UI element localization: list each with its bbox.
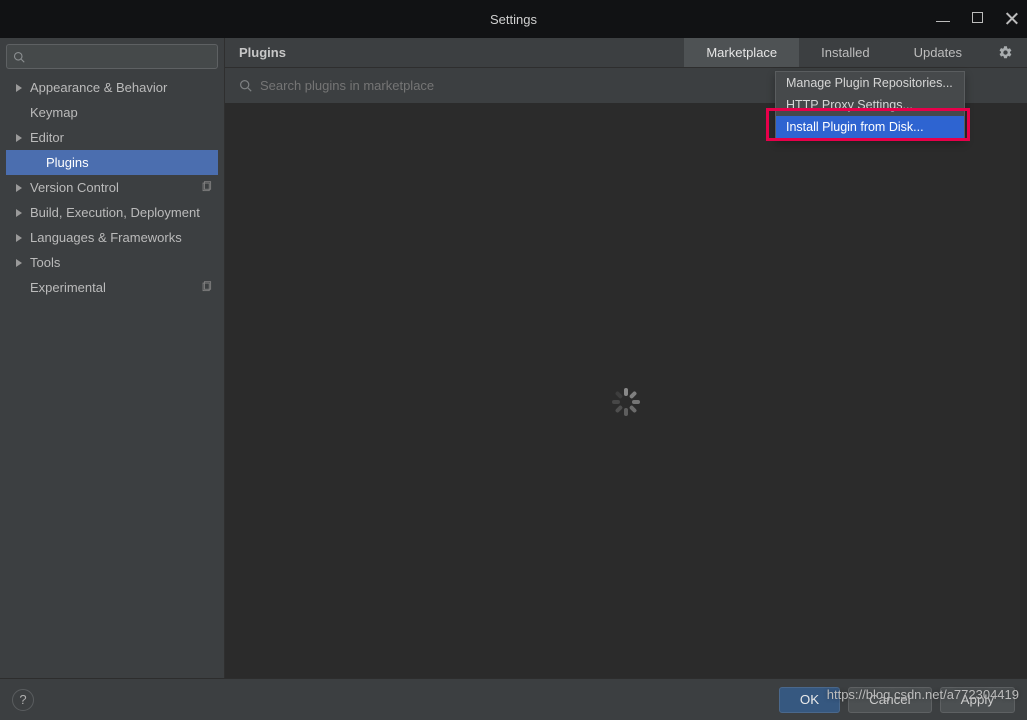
window-title: Settings — [0, 12, 1027, 27]
sidebar-item-editor[interactable]: Editor — [6, 125, 218, 150]
cancel-button[interactable]: Cancel — [848, 687, 932, 713]
tab-installed[interactable]: Installed — [799, 38, 891, 67]
sidebar-search-input[interactable] — [29, 49, 211, 64]
menu-item-install-plugin-from-disk[interactable]: Install Plugin from Disk... — [776, 116, 964, 138]
sidebar: Appearance & Behavior Keymap Editor Plugins… — [0, 38, 225, 678]
maximize-icon[interactable] — [972, 12, 983, 23]
close-icon[interactable] — [1005, 12, 1019, 26]
sidebar-item-label: Build, Execution, Deployment — [30, 205, 218, 220]
sidebar-item-label: Tools — [30, 255, 218, 270]
plugins-content-area — [225, 103, 1027, 678]
expand-icon — [14, 259, 24, 267]
loading-spinner — [612, 388, 640, 416]
sidebar-item-languages-frameworks[interactable]: Languages & Frameworks — [6, 225, 218, 250]
sidebar-item-label: Plugins — [46, 155, 218, 170]
expand-icon — [14, 184, 24, 192]
sidebar-item-version-control[interactable]: Version Control — [6, 175, 218, 200]
sidebar-item-label: Editor — [30, 130, 218, 145]
sidebar-item-label: Keymap — [30, 105, 218, 120]
expand-icon — [14, 234, 24, 242]
gear-icon — [998, 45, 1013, 60]
gear-button[interactable] — [984, 38, 1027, 67]
menu-item-http-proxy-settings[interactable]: HTTP Proxy Settings... — [776, 94, 964, 116]
sidebar-item-label: Appearance & Behavior — [30, 80, 218, 95]
expand-icon — [14, 209, 24, 217]
help-button[interactable]: ? — [12, 689, 34, 711]
search-icon — [239, 79, 252, 92]
settings-tree: Appearance & Behavior Keymap Editor Plugins… — [6, 75, 218, 300]
sidebar-search[interactable] — [6, 44, 218, 69]
gear-menu: Manage Plugin Repositories...HTTP Proxy … — [775, 71, 965, 139]
sidebar-item-keymap[interactable]: Keymap — [6, 100, 218, 125]
sidebar-item-label: Version Control — [30, 180, 201, 195]
window-controls — [936, 12, 1019, 26]
sidebar-item-appearance-behavior[interactable]: Appearance & Behavior — [6, 75, 218, 100]
sidebar-item-build-execution-deployment[interactable]: Build, Execution, Deployment — [6, 200, 218, 225]
menu-item-manage-plugin-repositories[interactable]: Manage Plugin Repositories... — [776, 72, 964, 94]
minimize-icon[interactable] — [936, 12, 950, 26]
tab-marketplace[interactable]: Marketplace — [684, 38, 799, 67]
profile-badge-icon — [201, 181, 212, 195]
sidebar-item-label: Languages & Frameworks — [30, 230, 218, 245]
footer: ? OK Cancel Apply — [0, 678, 1027, 720]
ok-button[interactable]: OK — [779, 687, 840, 713]
page-title: Plugins — [225, 38, 684, 67]
search-icon — [13, 51, 25, 63]
expand-icon — [14, 134, 24, 142]
sidebar-item-tools[interactable]: Tools — [6, 250, 218, 275]
apply-button[interactable]: Apply — [940, 687, 1015, 713]
profile-badge-icon — [201, 281, 212, 295]
expand-icon — [14, 84, 24, 92]
tabs-bar: Plugins MarketplaceInstalledUpdates — [225, 38, 1027, 68]
sidebar-item-label: Experimental — [30, 280, 201, 295]
tab-updates[interactable]: Updates — [892, 38, 984, 67]
titlebar: Settings — [0, 0, 1027, 38]
sidebar-item-plugins[interactable]: Plugins — [6, 150, 218, 175]
sidebar-item-experimental[interactable]: Experimental — [6, 275, 218, 300]
